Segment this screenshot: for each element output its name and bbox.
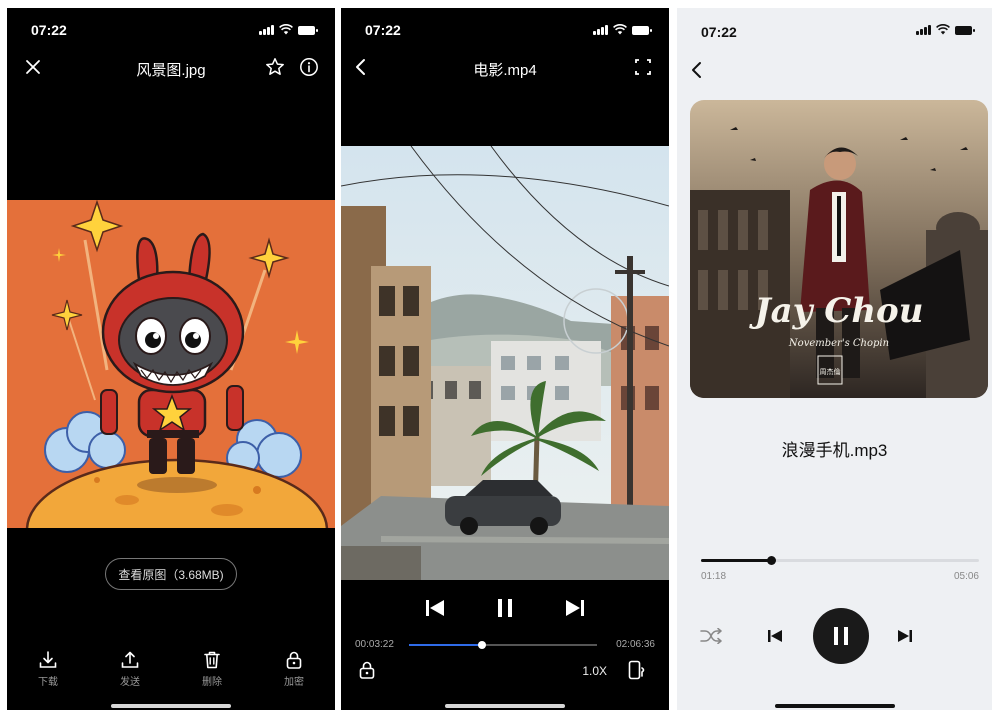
pause-icon[interactable] <box>493 596 517 620</box>
status-bar: 07:22 <box>341 8 669 52</box>
video-seek-handle[interactable] <box>478 641 487 649</box>
lock-icon[interactable] <box>355 658 379 682</box>
lock-icon <box>286 651 302 669</box>
cellular-signal-icon <box>259 25 274 35</box>
album-subtitle-text: November's Chopin <box>788 338 889 349</box>
image-action-bar: 下载 发送 删除 加密 <box>7 650 335 688</box>
previous-track-icon[interactable] <box>765 626 785 646</box>
encrypt-label: 加密 <box>284 677 304 688</box>
share-action[interactable]: 发送 <box>89 650 171 688</box>
video-seek-fill <box>409 644 483 646</box>
music-total-time: 05:06 <box>953 571 979 582</box>
fullscreen-icon[interactable] <box>631 55 655 79</box>
music-seek-fill <box>701 559 771 562</box>
video-player-screen: 07:22 电影.mp4 00:03:22 02:06:36 1.0X <box>341 8 669 710</box>
image-nav-bar: 风景图.jpg <box>7 52 335 82</box>
download-icon <box>39 651 57 668</box>
song-title: 浪漫手机.mp3 <box>781 441 888 460</box>
download-action[interactable]: 下载 <box>7 650 89 688</box>
previous-track-icon[interactable] <box>423 596 447 620</box>
video-file-title: 电影.mp4 <box>473 62 537 79</box>
next-track-icon[interactable] <box>895 626 915 646</box>
video-playback-controls <box>341 596 669 620</box>
status-time: 07:22 <box>701 24 737 40</box>
cartoon-image <box>7 200 335 528</box>
wifi-icon <box>613 24 627 35</box>
status-bar: 07:22 <box>677 8 992 52</box>
next-track-icon[interactable] <box>563 596 587 620</box>
album-cover: Jay Chou November's Chopin 周杰倫 <box>690 100 988 398</box>
video-frame[interactable] <box>341 146 669 580</box>
music-progress: 01:18 05:06 <box>701 554 979 584</box>
pause-button[interactable] <box>813 608 869 664</box>
video-seek-bar[interactable] <box>409 641 597 649</box>
video-progress: 00:03:22 02:06:36 <box>341 638 669 652</box>
video-current-time: 00:03:22 <box>355 639 394 650</box>
home-indicator <box>111 704 231 708</box>
home-indicator <box>774 704 895 708</box>
info-icon[interactable] <box>297 55 321 79</box>
share-label: 发送 <box>120 677 140 688</box>
cellular-signal-icon <box>916 25 931 35</box>
home-indicator <box>445 704 565 708</box>
cellular-signal-icon <box>593 25 608 35</box>
video-nav-bar: 电影.mp4 <box>341 52 669 82</box>
delete-label: 删除 <box>202 677 222 688</box>
battery-icon <box>298 26 318 35</box>
battery-icon <box>955 26 975 35</box>
album-artist-text: Jay Chou <box>749 291 924 331</box>
music-nav-bar <box>677 52 992 82</box>
video-total-time: 02:06:36 <box>616 639 655 650</box>
status-time: 07:22 <box>365 22 401 38</box>
share-icon <box>121 651 139 668</box>
playback-speed-button[interactable]: 1.0X <box>582 664 607 678</box>
pause-icon <box>834 627 848 645</box>
music-seek-bar[interactable] <box>701 556 979 565</box>
wifi-icon <box>279 24 293 35</box>
music-playback-controls <box>677 608 992 664</box>
music-seek-handle[interactable] <box>766 556 776 565</box>
rotate-screen-icon[interactable] <box>625 658 649 682</box>
trash-icon <box>204 651 220 669</box>
image-viewer-screen: 07:22 风景图.jpg 查看原图（3.68MB) 下载 发送 删除 加密 <box>7 8 335 710</box>
status-bar: 07:22 <box>7 8 335 52</box>
album-badge-text: 周杰倫 <box>820 367 841 376</box>
download-label: 下载 <box>38 677 58 688</box>
wifi-icon <box>936 24 950 35</box>
status-time: 07:22 <box>31 22 67 38</box>
delete-action[interactable]: 删除 <box>171 650 253 688</box>
view-original-button[interactable]: 查看原图（3.68MB) <box>105 558 237 590</box>
shuffle-icon[interactable] <box>699 626 723 646</box>
music-current-time: 01:18 <box>701 571 727 582</box>
music-player-screen: 07:22 Jay Chou November's Chopin 周杰倫 浪漫手… <box>677 8 992 710</box>
battery-icon <box>632 26 652 35</box>
star-icon[interactable] <box>263 55 287 79</box>
encrypt-action[interactable]: 加密 <box>253 650 335 688</box>
back-icon[interactable] <box>685 58 709 82</box>
video-bottom-bar: 1.0X <box>341 660 669 682</box>
